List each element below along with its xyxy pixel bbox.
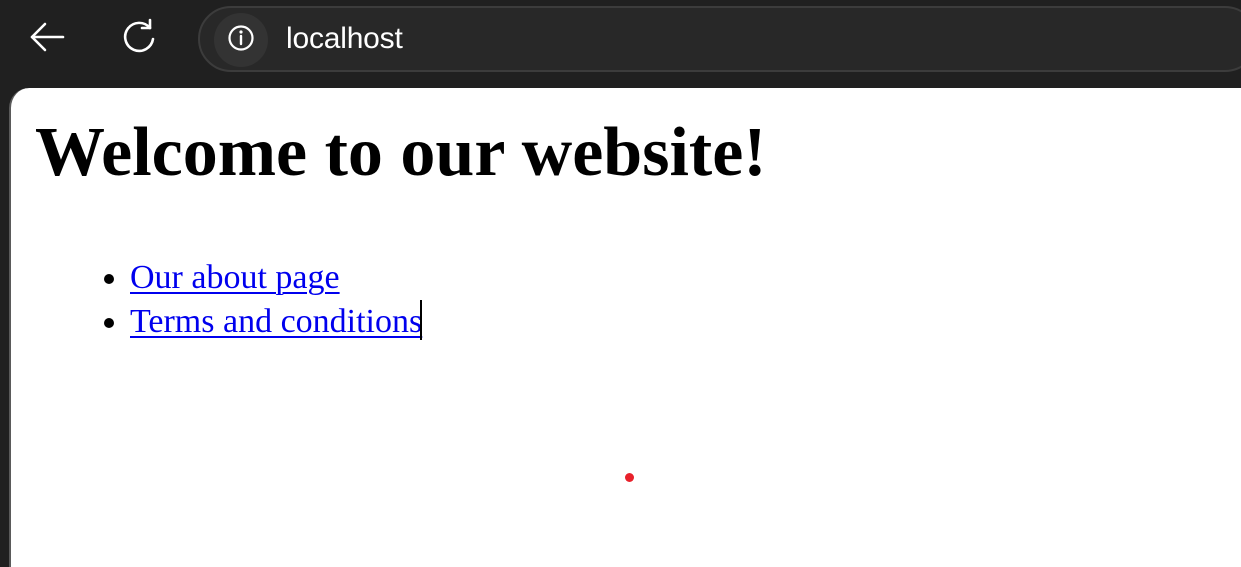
text-cursor — [420, 300, 423, 340]
list-item: Our about page — [130, 256, 422, 300]
page-viewport: Welcome to our website! Our about page T… — [9, 88, 1241, 567]
arrow-left-icon — [27, 17, 67, 61]
reload-icon — [119, 17, 159, 61]
about-page-link[interactable]: Our about page — [130, 259, 340, 296]
url-text[interactable]: localhost — [286, 22, 403, 56]
terms-link[interactable]: Terms and conditions — [130, 303, 422, 340]
page-title: Welcome to our website! — [35, 114, 767, 191]
reload-button[interactable] — [112, 12, 166, 66]
site-info-button[interactable] — [214, 13, 268, 67]
browser-window: localhost Welcome to our website! Our ab… — [0, 0, 1241, 567]
browser-toolbar: localhost — [0, 0, 1241, 84]
click-marker — [625, 473, 634, 482]
list-item: Terms and conditions — [130, 300, 423, 344]
back-button[interactable] — [20, 12, 74, 66]
info-circle-icon — [226, 23, 256, 57]
address-bar[interactable]: localhost — [198, 6, 1241, 72]
link-list: Our about page Terms and conditions — [11, 256, 423, 344]
